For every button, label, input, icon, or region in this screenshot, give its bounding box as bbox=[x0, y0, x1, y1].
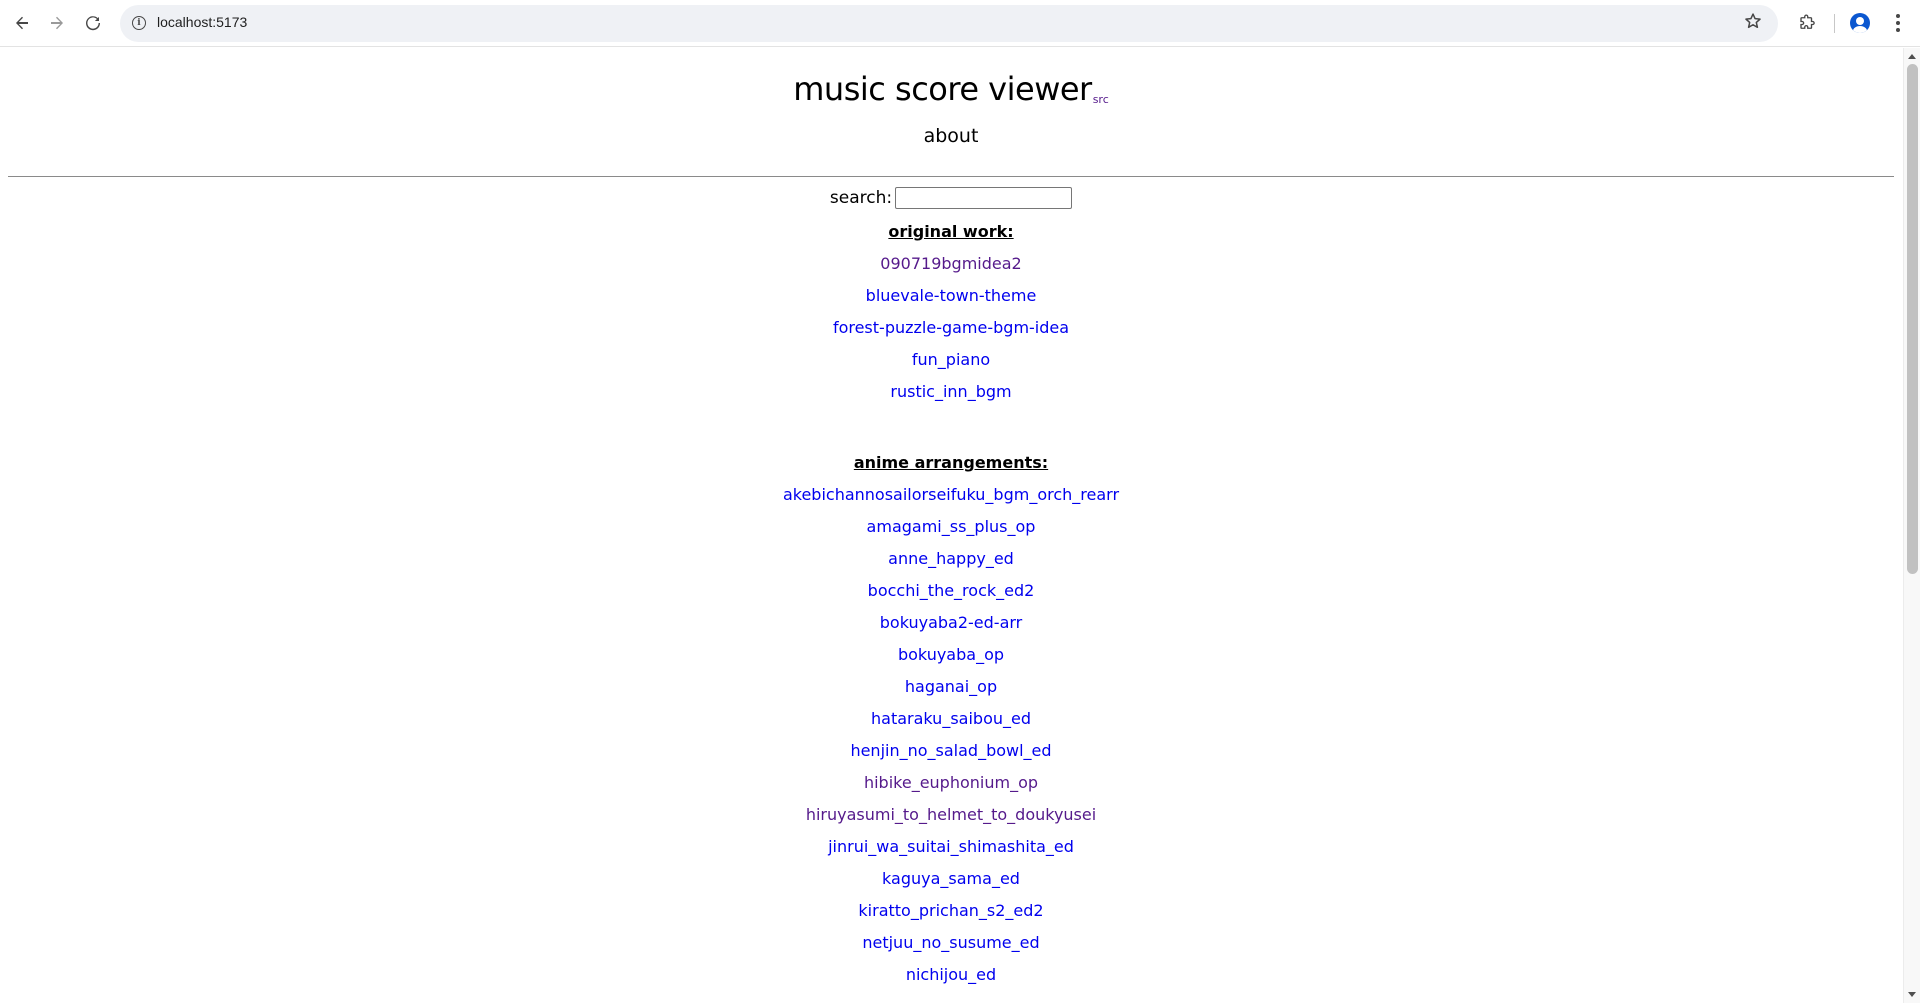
browser-menu-button[interactable] bbox=[1884, 9, 1912, 37]
score-link[interactable]: bokuyaba2-ed-arr bbox=[0, 607, 1902, 639]
score-link[interactable]: jinrui_wa_suitai_shimashita_ed bbox=[0, 831, 1902, 863]
kebab-icon bbox=[1896, 14, 1900, 32]
score-link[interactable]: rustic_inn_bgm bbox=[0, 376, 1902, 408]
score-link[interactable]: bluevale-town-theme bbox=[0, 280, 1902, 312]
url-text[interactable]: localhost:5173 bbox=[157, 14, 247, 30]
person-icon bbox=[1850, 13, 1870, 33]
score-link[interactable]: hiruyasumi_to_helmet_to_doukyusei bbox=[0, 799, 1902, 831]
about-link[interactable]: about bbox=[0, 125, 1902, 149]
section-heading: original work: bbox=[888, 222, 1014, 241]
arrow-right-icon bbox=[51, 16, 63, 30]
score-link[interactable]: 090719bgmidea2 bbox=[0, 248, 1902, 280]
search-row: search: bbox=[0, 187, 1902, 209]
site-info-button[interactable]: i bbox=[128, 12, 150, 34]
score-link[interactable]: hataraku_saibou_ed bbox=[0, 703, 1902, 735]
page-title: music score viewer bbox=[793, 70, 1092, 108]
score-link[interactable]: fun_piano bbox=[0, 344, 1902, 376]
forward-button[interactable] bbox=[43, 9, 71, 37]
score-link[interactable]: hibike_euphonium_op bbox=[0, 767, 1902, 799]
src-link[interactable]: src bbox=[1093, 93, 1109, 106]
reload-icon bbox=[86, 16, 101, 31]
score-link[interactable]: henjin_no_salad_bowl_ed bbox=[0, 735, 1902, 767]
scrollbar-thumb[interactable] bbox=[1907, 64, 1918, 574]
address-bar[interactable]: i localhost:5173 bbox=[120, 5, 1778, 42]
arrow-left-icon bbox=[16, 16, 28, 30]
bookmark-button[interactable] bbox=[1744, 11, 1762, 35]
score-link[interactable]: kaguya_sama_ed bbox=[0, 863, 1902, 895]
extensions-button[interactable] bbox=[1793, 9, 1821, 37]
info-icon: i bbox=[132, 16, 146, 30]
score-link[interactable]: haganai_op bbox=[0, 671, 1902, 703]
score-link[interactable]: bocchi_the_rock_ed2 bbox=[0, 575, 1902, 607]
browser-toolbar: i localhost:5173 bbox=[0, 0, 1920, 47]
search-label: search: bbox=[829, 188, 893, 208]
page-header: music score viewersrc bbox=[0, 70, 1902, 112]
puzzle-icon bbox=[1800, 14, 1815, 29]
divider bbox=[8, 176, 1894, 177]
score-link[interactable]: kiratto_prichan_s2_ed2 bbox=[0, 895, 1902, 927]
profile-button[interactable] bbox=[1846, 9, 1874, 37]
score-link[interactable]: akebichannosailorseifuku_bgm_orch_rearr bbox=[0, 479, 1902, 511]
scroll-up-arrow-icon[interactable] bbox=[1908, 54, 1916, 59]
score-list: original work: 090719bgmidea2 bluevale-tow… bbox=[0, 216, 1902, 991]
score-link[interactable]: forest-puzzle-game-bgm-idea bbox=[0, 312, 1902, 344]
page-content: music score viewersrc about search: orig… bbox=[0, 48, 1902, 1003]
search-input[interactable] bbox=[895, 187, 1073, 209]
score-link[interactable]: netjuu_no_susume_ed bbox=[0, 927, 1902, 959]
score-link[interactable]: anne_happy_ed bbox=[0, 543, 1902, 575]
toolbar-divider bbox=[1834, 14, 1835, 33]
section-heading: anime arrangements: bbox=[853, 453, 1049, 472]
score-link[interactable]: bokuyaba_op bbox=[0, 639, 1902, 671]
back-button[interactable] bbox=[8, 9, 36, 37]
star-icon bbox=[1745, 13, 1761, 29]
scroll-down-arrow-icon[interactable] bbox=[1908, 992, 1916, 997]
page-scrollbar[interactable] bbox=[1903, 48, 1920, 1003]
score-link[interactable]: nichijou_ed bbox=[0, 959, 1902, 991]
reload-button[interactable] bbox=[79, 9, 107, 37]
score-link[interactable]: amagami_ss_plus_op bbox=[0, 511, 1902, 543]
